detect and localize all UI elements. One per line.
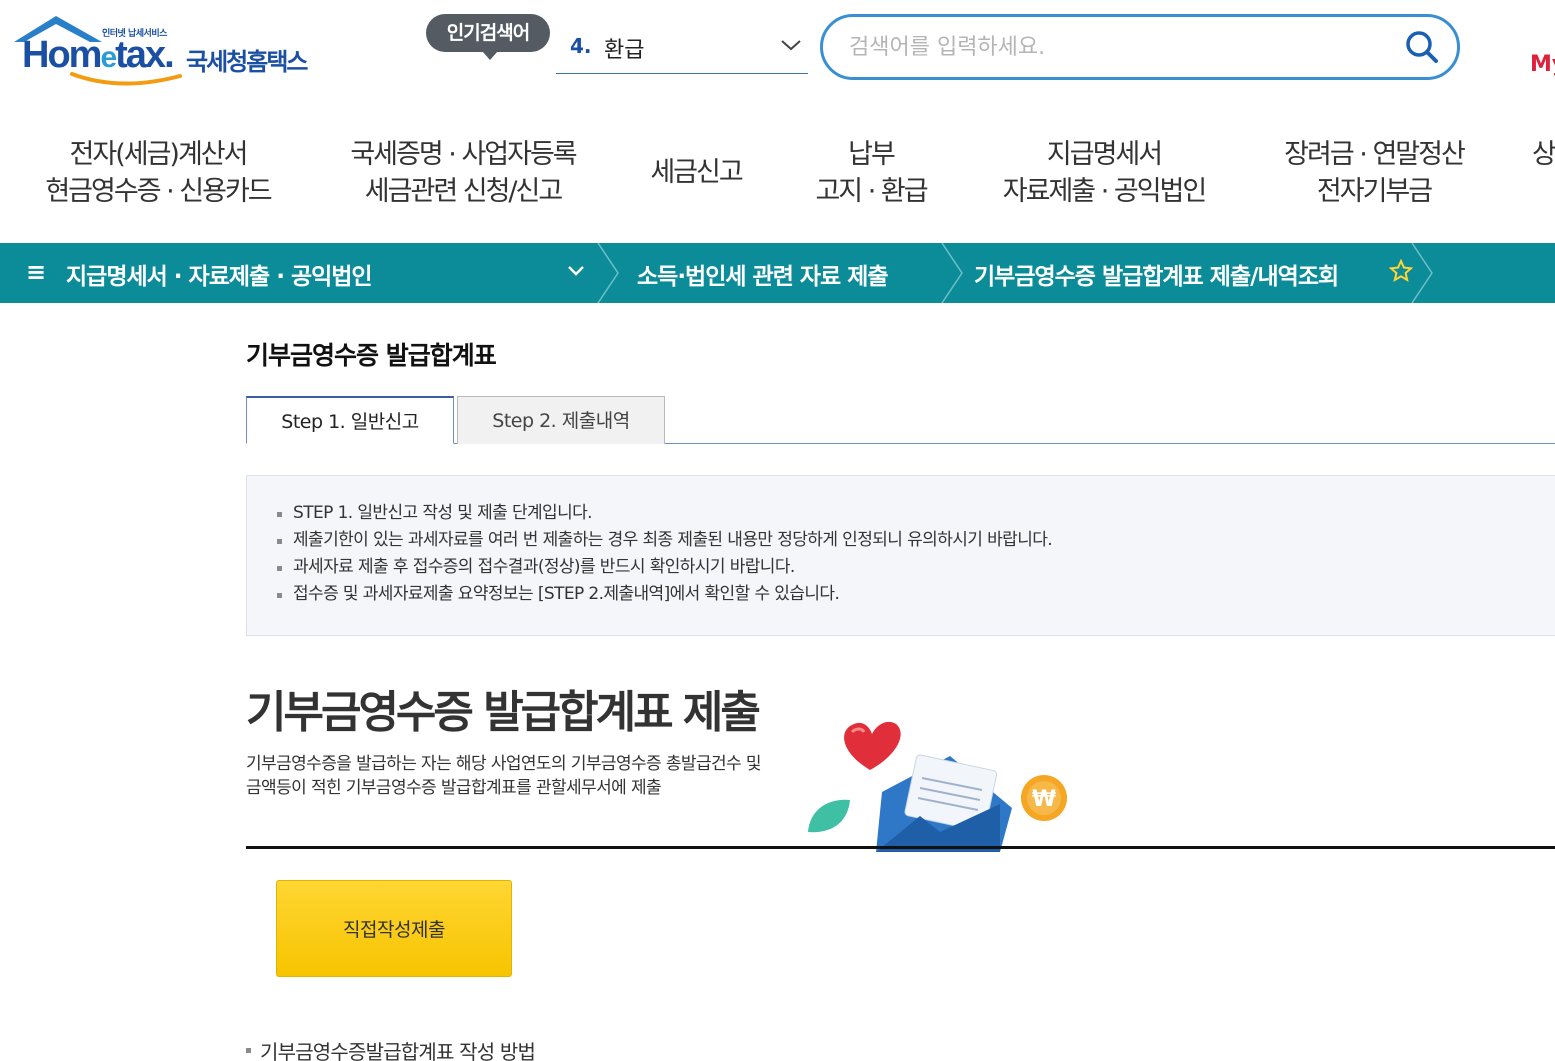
- info-item: 과세자료 제출 후 접수증의 접수결과(정상)를 반드시 확인하시기 바랍니다.: [277, 554, 1052, 581]
- hometax-logo[interactable]: 인터넷 납세서비스 Hometax. 국세청홈택스: [10, 12, 340, 92]
- tab-step2[interactable]: Step 2. 제출내역: [457, 396, 665, 444]
- breadcrumb-separator: [1411, 243, 1433, 303]
- section-title: 기부금영수증 발급합계표 제출: [246, 687, 761, 738]
- gnb-payment[interactable]: 납부 고지 · 환급: [806, 136, 936, 210]
- info-item: 제출기한이 있는 과세자료를 여러 번 제출하는 경우 최종 제출된 내용만 정…: [277, 527, 1053, 554]
- info-item: STEP 1. 일반신고 작성 및 제출 단계입니다.: [277, 500, 1052, 527]
- info-list: STEP 1. 일반신고 작성 및 제출 단계입니다. 제출기한이 있는 과세자…: [277, 500, 1053, 608]
- my-hometax-link[interactable]: My: [1530, 52, 1555, 77]
- chevron-down-icon[interactable]: [780, 38, 802, 52]
- chevron-down-icon[interactable]: [567, 265, 585, 277]
- gnb-certificate[interactable]: 국세증명 · 사업자등록 세금관련 신청/신고: [340, 136, 586, 210]
- search-icon: [1406, 31, 1438, 63]
- popular-rank: 4.: [570, 34, 592, 58]
- page-title: 기부금영수증 발급합계표: [246, 341, 497, 370]
- gnb-payment-statement[interactable]: 지급명세서 자료제출 · 공익법인: [990, 136, 1218, 210]
- section-description: 기부금영수증을 발급하는 자는 해당 사업연도의 기부금영수증 총발급건수 및 …: [246, 754, 762, 798]
- global-nav: 전자(세금)계산서 현금영수증 · 신용카드 국세증명 · 사업자등록 세금관련 신…: [0, 130, 1555, 220]
- popular-term: 환급: [604, 38, 645, 63]
- svg-text:₩: ₩: [1032, 787, 1056, 812]
- info-item: 접수증 및 과세자료제출 요약정보는 [STEP 2.제출내역]에서 확인할 수…: [277, 581, 1052, 608]
- logo-korean: 국세청홈택스: [186, 48, 308, 76]
- direct-submit-button[interactable]: 직접작성제출: [276, 880, 512, 977]
- search-button[interactable]: [1403, 28, 1441, 66]
- won-coin-icon: ₩: [1021, 775, 1067, 821]
- envelope-icon: [876, 754, 1012, 852]
- popular-search-select[interactable]: 4. 환급: [556, 24, 808, 74]
- breadcrumb-separator: [597, 243, 619, 303]
- search-input[interactable]: [849, 29, 1389, 65]
- hamburger-icon[interactable]: ≡: [26, 258, 46, 286]
- popular-search-badge: 인기검색어: [426, 14, 550, 60]
- location-menu[interactable]: 지급명세서 · 자료제출 · 공익법인: [66, 257, 373, 291]
- donation-illustration: ₩: [808, 721, 1067, 852]
- leaf-icon: [808, 799, 850, 833]
- howto-link[interactable]: 기부금영수증발급합계표 작성 방법: [246, 1036, 536, 1061]
- heart-icon: [844, 721, 901, 770]
- logo-swoosh-icon: [70, 72, 182, 86]
- gnb-incentive[interactable]: 장려금 · 연말정산 전자기부금: [1272, 136, 1476, 210]
- location-level3: 기부금영수증 발급합계표 제출/내역조회: [974, 264, 1339, 290]
- info-box: STEP 1. 일반신고 작성 및 제출 단계입니다. 제출기한이 있는 과세자…: [246, 475, 1555, 636]
- gnb-tax-report[interactable]: 세금신고: [640, 154, 752, 191]
- breadcrumb-separator: [941, 243, 963, 303]
- gnb-e-invoice[interactable]: 전자(세금)계산서 현금영수증 · 신용카드: [40, 136, 276, 210]
- tab-step1[interactable]: Step 1. 일반신고: [246, 396, 454, 444]
- section-divider: [246, 846, 1555, 849]
- location-level2[interactable]: 소득·법인세 관련 자료 제출: [637, 257, 889, 291]
- gnb-more[interactable]: 상: [1532, 136, 1555, 173]
- location-bar: ≡ 지급명세서 · 자료제출 · 공익법인 소득·법인세 관련 자료 제출 기부…: [0, 243, 1555, 303]
- search-box: [820, 14, 1460, 80]
